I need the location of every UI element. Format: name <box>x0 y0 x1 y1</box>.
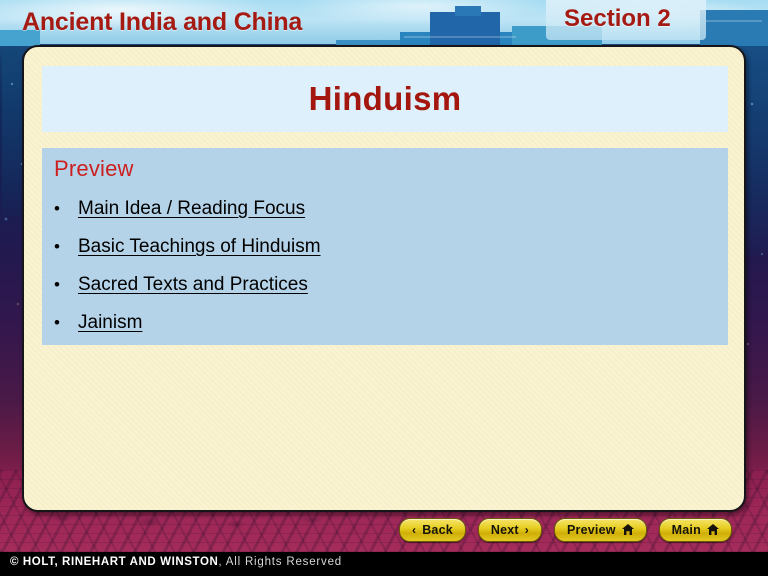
preview-button-label: Preview <box>567 523 616 537</box>
preview-link-sacred-texts[interactable]: Sacred Texts and Practices <box>78 274 308 296</box>
list-item[interactable]: • Jainism <box>42 312 728 350</box>
navigation-bar: ‹ Back Next › Preview Main <box>399 518 732 542</box>
next-button[interactable]: Next › <box>477 518 542 542</box>
back-button[interactable]: ‹ Back <box>399 518 466 542</box>
rights-reserved: , All Rights Reserved <box>218 556 342 568</box>
chevron-right-icon: › <box>524 523 529 537</box>
bullet-icon: • <box>54 237 60 256</box>
preview-box: Preview • Main Idea / Reading Focus • Ba… <box>42 148 728 345</box>
back-button-label: Back <box>422 523 453 537</box>
header-building-windows-right <box>706 20 762 22</box>
chevron-left-icon: ‹ <box>412 523 417 537</box>
preview-link-jainism[interactable]: Jainism <box>78 312 142 334</box>
header-building-5 <box>700 10 768 46</box>
list-item[interactable]: • Sacred Texts and Practices <box>42 274 728 312</box>
home-icon <box>621 523 634 537</box>
next-button-label: Next <box>490 523 519 537</box>
bullet-icon: • <box>54 275 60 294</box>
preview-button[interactable]: Preview <box>554 518 647 542</box>
preview-heading: Preview <box>54 156 134 181</box>
preview-link-main-idea[interactable]: Main Idea / Reading Focus <box>78 198 305 220</box>
home-icon-svg <box>621 523 634 535</box>
header-building-2 <box>430 12 500 46</box>
copyright-symbol: © <box>10 556 20 568</box>
home-icon <box>706 523 719 537</box>
preview-link-basic-teachings[interactable]: Basic Teachings of Hinduism <box>78 236 321 258</box>
content-panel: Hinduism Preview • Main Idea / Reading F… <box>22 45 746 512</box>
bullet-icon: • <box>54 199 60 218</box>
list-item[interactable]: • Basic Teachings of Hinduism <box>42 236 728 274</box>
list-item[interactable]: • Main Idea / Reading Focus <box>42 198 728 236</box>
home-icon-svg <box>706 523 719 535</box>
publisher-name: HOLT, RINEHART AND WINSTON <box>22 556 219 568</box>
bullet-icon: • <box>54 313 60 332</box>
slide-root: Ancient India and China Section 2 Hindui… <box>0 0 768 576</box>
preview-list: • Main Idea / Reading Focus • Basic Teac… <box>42 198 728 350</box>
header-building-3 <box>455 6 481 16</box>
course-title: Ancient India and China <box>22 8 303 36</box>
section-label: Section 2 <box>564 5 671 32</box>
header-building-windows-row <box>404 36 516 38</box>
slide-title-band: Hinduism <box>42 66 728 132</box>
footer-bar: © HOLT, RINEHART AND WINSTON, All Rights… <box>0 552 768 576</box>
main-button-label: Main <box>671 523 701 537</box>
main-button[interactable]: Main <box>658 518 732 542</box>
slide-title: Hinduism <box>308 80 462 117</box>
copyright-notice: © HOLT, RINEHART AND WINSTON, All Rights… <box>10 556 342 568</box>
